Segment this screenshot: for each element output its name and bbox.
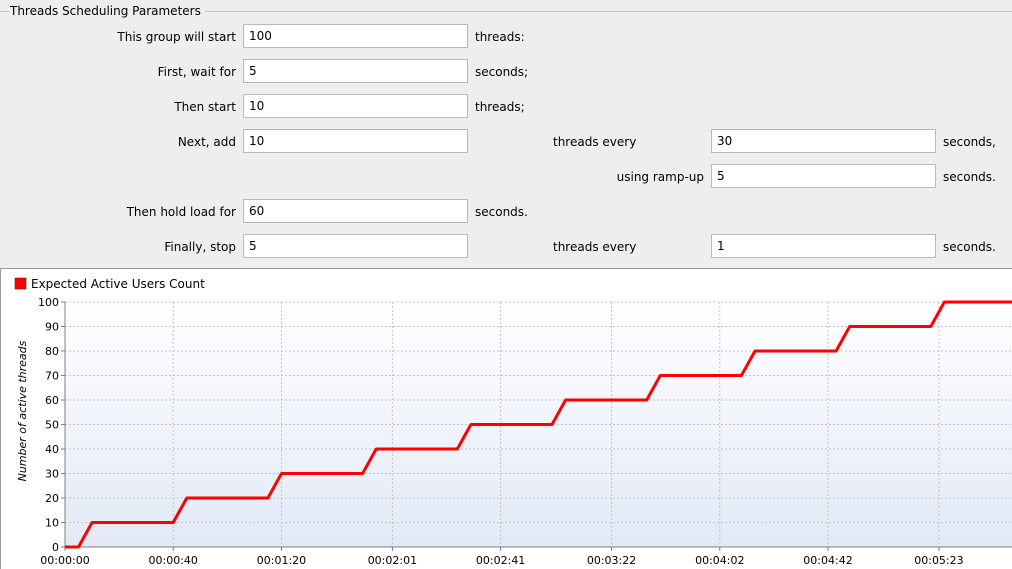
initial-delay-input[interactable] — [243, 59, 468, 83]
x-tick-label: 00:02:41 — [476, 554, 525, 567]
wait-label: First, wait for — [157, 65, 236, 79]
stop-every-unit: seconds. — [943, 240, 996, 254]
hold-unit: seconds. — [475, 205, 528, 219]
next-add-every-label: threads every — [553, 135, 637, 149]
y-tick-label: 50 — [45, 419, 59, 432]
y-tick-label: 90 — [45, 321, 59, 334]
hold-label: Then hold load for — [126, 205, 236, 219]
y-tick-label: 40 — [45, 443, 59, 456]
rampup-input[interactable] — [711, 164, 936, 188]
stop-threads-input[interactable] — [243, 234, 468, 258]
y-tick-label: 60 — [45, 394, 59, 407]
legend-label: Expected Active Users Count — [31, 277, 205, 291]
rampup-unit: seconds. — [943, 170, 996, 184]
start-threads-input[interactable] — [243, 24, 468, 48]
stop-label: Finally, stop — [164, 240, 236, 254]
stop-interval-input[interactable] — [711, 234, 936, 258]
x-tick-label: 00:00:00 — [40, 554, 89, 567]
y-tick-label: 100 — [38, 296, 59, 309]
wait-unit: seconds; — [475, 65, 529, 79]
start-unit: threads: — [475, 30, 525, 44]
step-interval-input[interactable] — [711, 129, 936, 153]
y-axis-label: Number of active threads — [16, 340, 29, 481]
group-title: Threads Scheduling Parameters — [10, 4, 205, 18]
y-tick-label: 70 — [45, 370, 59, 383]
then-start-unit: threads; — [475, 100, 525, 114]
hold-input[interactable] — [243, 199, 468, 223]
y-tick-label: 20 — [45, 492, 59, 505]
chart-panel: 0 10 20 30 40 50 60 70 80 90 100 00:00:00 00:00:40 00… — [0, 268, 1012, 569]
next-add-input[interactable] — [243, 129, 468, 153]
x-tick-label: 00:04:02 — [695, 554, 744, 567]
y-tick-label: 80 — [45, 345, 59, 358]
x-tick-label: 00:01:20 — [257, 554, 306, 567]
legend-swatch — [14, 277, 27, 290]
start-label: This group will start — [117, 30, 236, 44]
x-tick-label: 00:03:22 — [587, 554, 636, 567]
x-tick-label: 00:05:23 — [914, 554, 963, 567]
y-tick-label: 10 — [45, 517, 59, 530]
then-start-label: Then start — [174, 100, 236, 114]
y-tick-label: 30 — [45, 468, 59, 481]
y-tick-label: 0 — [52, 541, 59, 554]
next-add-label: Next, add — [177, 135, 236, 149]
next-add-every-unit: seconds, — [943, 135, 996, 149]
stop-every-label: threads every — [553, 240, 637, 254]
thread-schedule-chart: 0 10 20 30 40 50 60 70 80 90 100 00:00:00 00:00:40 00… — [14, 277, 1012, 567]
x-tick-label: 00:04:42 — [803, 554, 852, 567]
x-tick-label: 00:00:40 — [149, 554, 198, 567]
x-tick-label: 00:02:01 — [368, 554, 417, 567]
then-start-input[interactable] — [243, 94, 468, 118]
rampup-label: using ramp-up — [616, 170, 704, 184]
